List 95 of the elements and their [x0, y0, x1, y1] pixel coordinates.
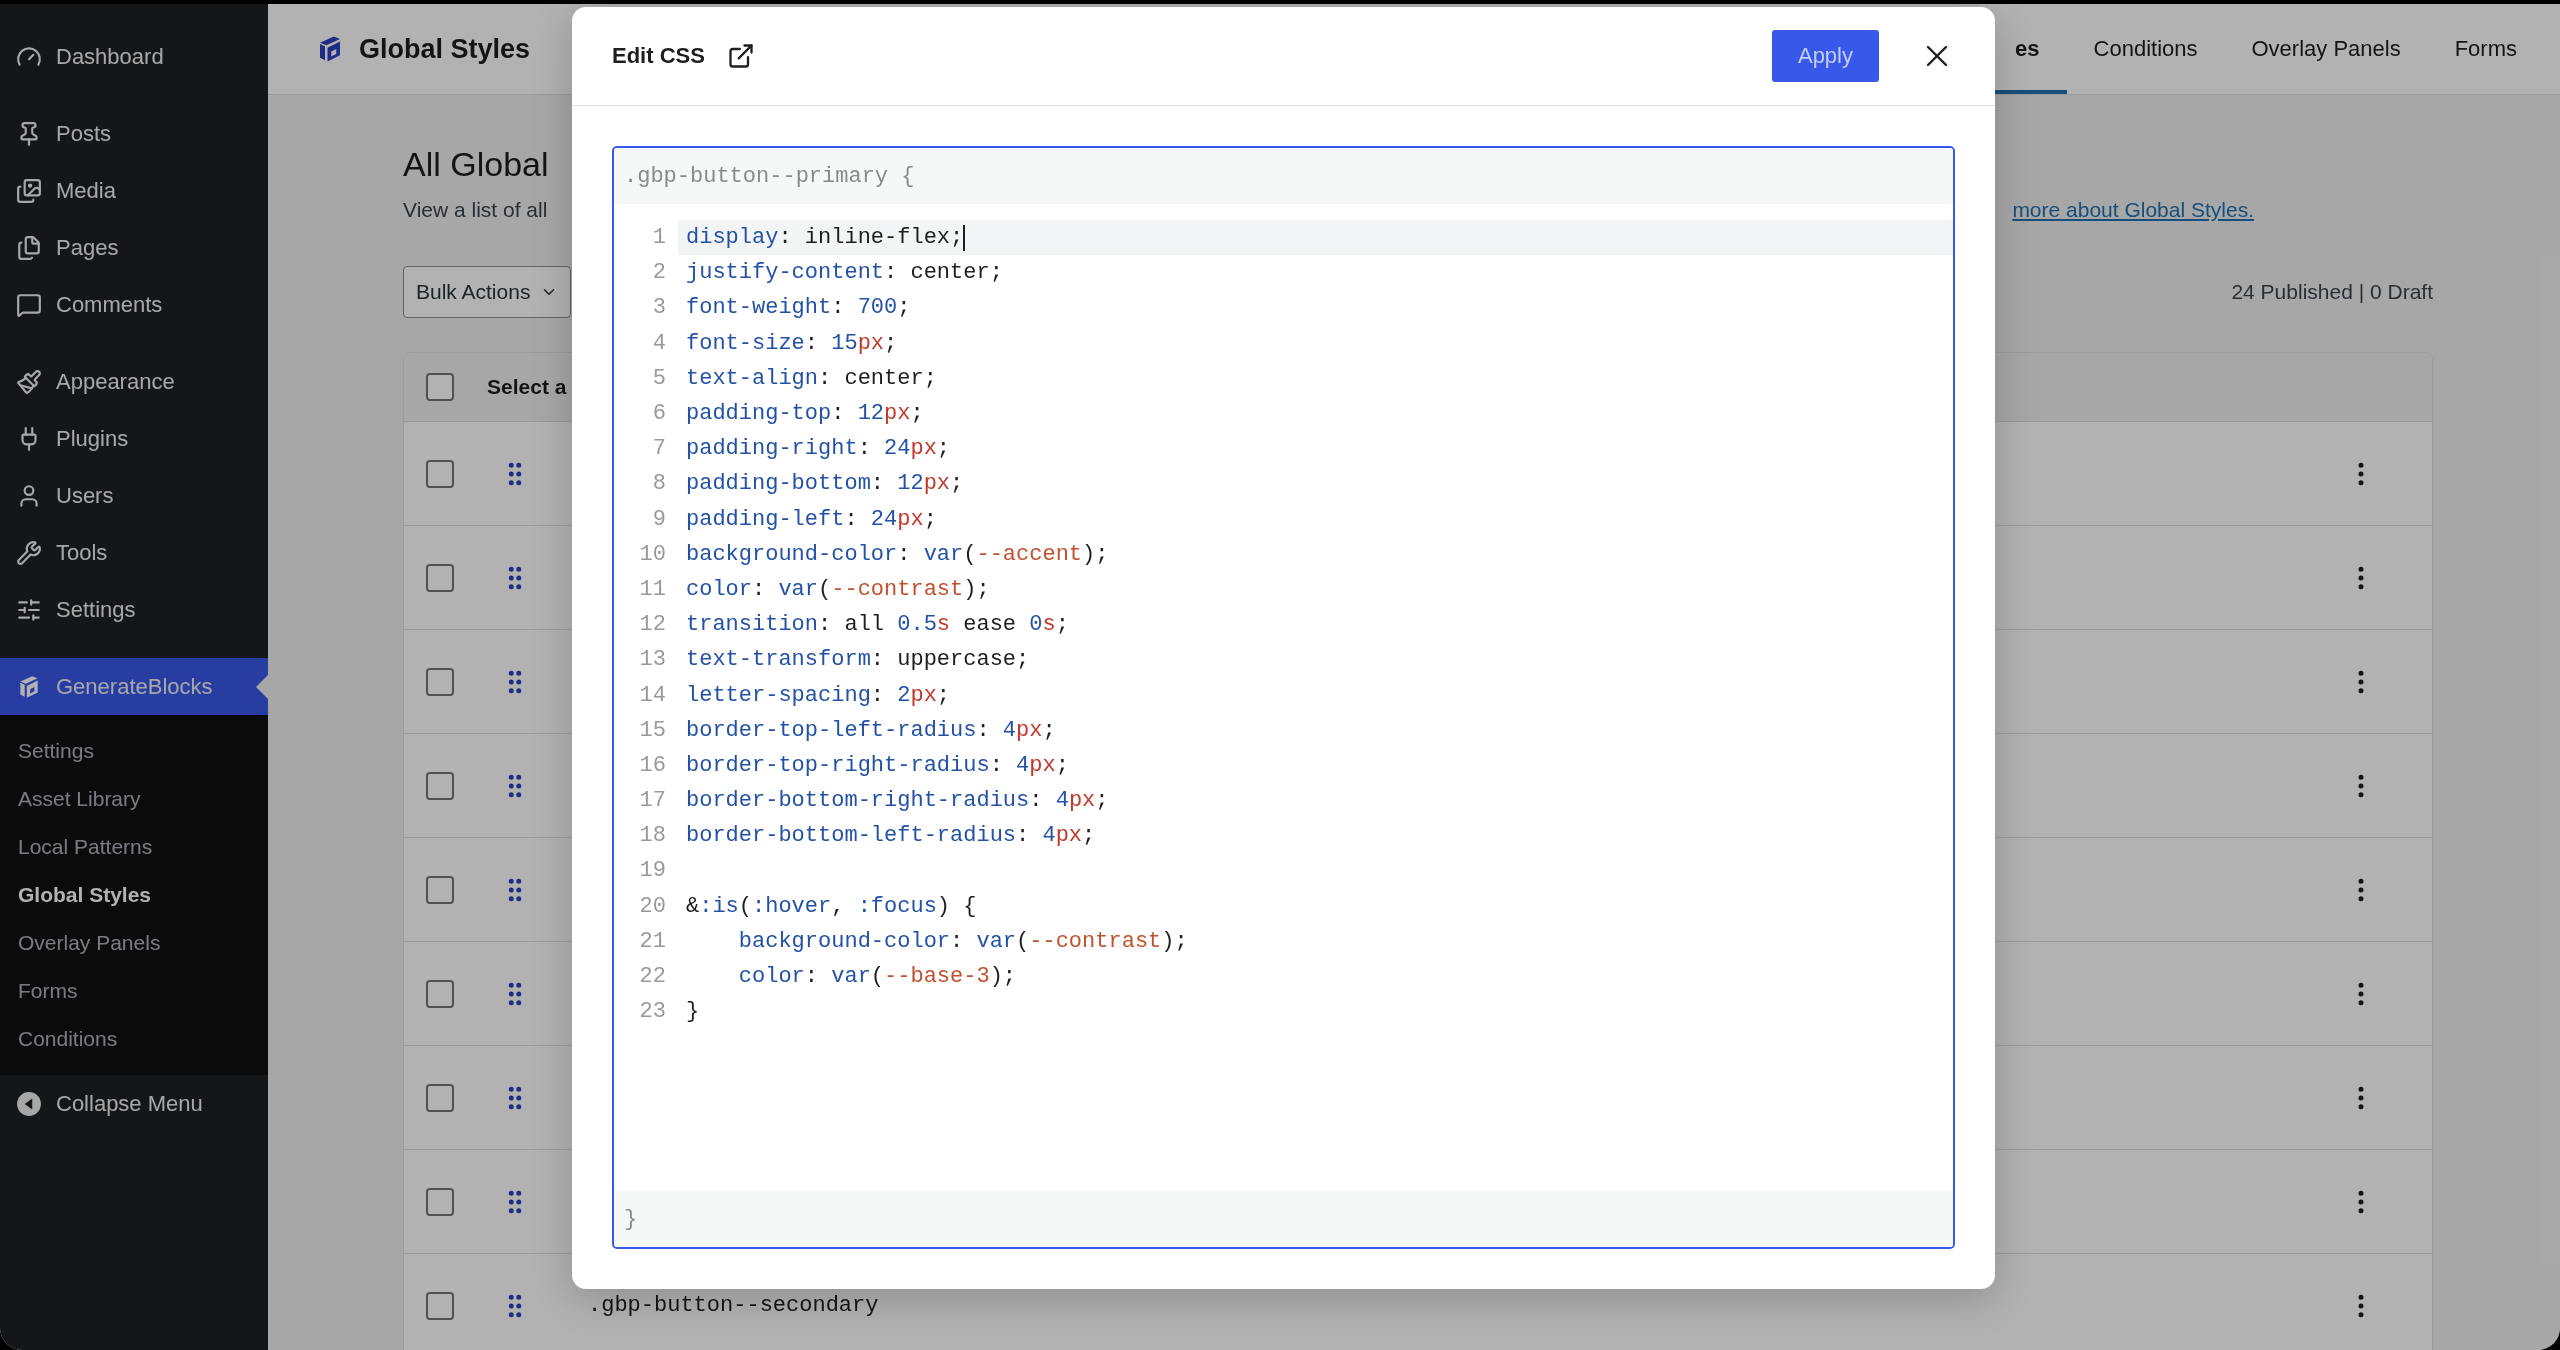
submenu-item[interactable]: Asset Library — [0, 775, 268, 823]
code-line: &:is(:hover, :focus) { — [685, 892, 978, 921]
code-line: transition: all 0.5s ease 0s; — [685, 611, 1070, 640]
column-header: Select a — [487, 375, 567, 399]
line-number: 8 — [651, 471, 666, 497]
sidebar-item[interactable]: Settings — [0, 581, 268, 638]
row-checkbox[interactable] — [426, 667, 454, 696]
line-number: 3 — [651, 295, 666, 321]
code-line: font-weight: 700; — [685, 294, 912, 323]
external-link-icon[interactable] — [726, 42, 755, 70]
pages-icon — [16, 234, 42, 261]
code-line: padding-right: 24px; — [685, 435, 952, 464]
line-number: 11 — [638, 576, 666, 602]
submenu-item[interactable]: Forms — [0, 967, 268, 1015]
row-checkbox[interactable] — [426, 563, 454, 592]
page-title: All Global — [403, 145, 549, 184]
code-line: text-align: center; — [685, 364, 938, 393]
nav-tab[interactable]: Overlay Panels — [2224, 4, 2428, 94]
sidebar-item[interactable]: Pages — [0, 219, 268, 276]
submenu-item[interactable]: Settings — [0, 727, 268, 775]
brush-icon — [16, 368, 42, 395]
sidebar-item[interactable]: Tools — [0, 524, 268, 581]
row-checkbox[interactable] — [426, 1083, 454, 1112]
code-line: font-size: 15px; — [685, 329, 899, 358]
row-checkbox[interactable] — [426, 875, 454, 904]
bulk-actions-select[interactable]: Bulk Actions — [403, 266, 572, 318]
sidebar-item[interactable]: GenerateBlocks — [0, 658, 268, 715]
code-line: text-transform: uppercase; — [685, 646, 1031, 675]
collapse-icon — [16, 1090, 42, 1117]
code-line: border-bottom-left-radius: 4px; — [685, 822, 1097, 851]
select-all-checkbox[interactable] — [426, 373, 454, 401]
line-number: 7 — [651, 436, 666, 462]
line-number: 18 — [638, 823, 666, 849]
page-heading: Global Styles — [359, 33, 531, 65]
code-line: padding-bottom: 12px; — [685, 470, 965, 499]
line-number: 23 — [638, 999, 666, 1025]
page-description: View a list of all — [403, 198, 548, 222]
comment-icon — [16, 291, 42, 318]
line-number: 16 — [638, 752, 666, 778]
code-line: border-top-left-radius: 4px; — [685, 716, 1057, 745]
code-line: padding-top: 12px; — [685, 400, 925, 429]
code-line: letter-spacing: 2px; — [685, 681, 952, 710]
css-editor[interactable] — [612, 146, 1955, 1249]
learn-more-link[interactable]: more about Global Styles. — [2012, 198, 2254, 222]
row-checkbox[interactable] — [426, 1291, 454, 1320]
line-number: 22 — [638, 964, 666, 990]
nav-tab[interactable]: Conditions — [2066, 4, 2225, 94]
code-line: justify-content: center; — [685, 259, 1004, 288]
status-counts: 24 Published | 0 Draft — [2231, 280, 2433, 304]
sidebar-item[interactable]: Media — [0, 162, 268, 219]
code-line: border-top-right-radius: 4px; — [685, 751, 1070, 780]
settings-icon — [16, 596, 42, 623]
line-number: 12 — [638, 612, 666, 638]
code-line: color: var(--base-3); — [737, 963, 1018, 992]
submenu-item[interactable]: Overlay Panels — [0, 919, 268, 967]
line-number: 9 — [651, 506, 666, 532]
dialog-title: Edit CSS — [612, 43, 705, 69]
line-number: 20 — [638, 893, 666, 919]
line-number: 1 — [651, 225, 666, 251]
code-line: border-bottom-right-radius: 4px; — [685, 787, 1110, 816]
sidebar-item[interactable]: Comments — [0, 276, 268, 333]
media-icon — [16, 177, 42, 204]
submenu-item[interactable]: Global Styles — [0, 871, 268, 919]
style-name: .gbp-button--secondary — [588, 1293, 879, 1318]
line-number: 13 — [638, 647, 666, 673]
code-line: padding-left: 24px; — [685, 505, 938, 534]
row-checkbox[interactable] — [426, 459, 454, 488]
row-checkbox[interactable] — [426, 1187, 454, 1216]
submenu-item[interactable]: Local Patterns — [0, 823, 268, 871]
line-number: 5 — [651, 365, 666, 391]
sidebar-item[interactable]: Dashboard — [0, 28, 268, 85]
submenu-item[interactable]: Conditions — [0, 1015, 268, 1063]
sidebar-item[interactable]: Posts — [0, 105, 268, 162]
code-line: background-color: var(--contrast); — [737, 927, 1189, 956]
line-number: 10 — [638, 541, 666, 567]
sidebar-item[interactable]: Collapse Menu — [0, 1075, 268, 1132]
sidebar-item[interactable]: Plugins — [0, 410, 268, 467]
line-number: 15 — [638, 717, 666, 743]
line-number: 6 — [651, 401, 666, 427]
code-line: } — [685, 998, 701, 1027]
line-number: 21 — [638, 928, 666, 954]
line-number: 2 — [651, 260, 666, 286]
sidebar-item[interactable]: Users — [0, 467, 268, 524]
line-number: 19 — [638, 858, 666, 884]
wrench-icon — [16, 539, 42, 566]
code-line: background-color: var(--accent); — [685, 540, 1110, 569]
code-line: color: var(--contrast); — [685, 575, 991, 604]
line-number: 4 — [651, 330, 666, 356]
nav-tab[interactable]: Forms — [2427, 4, 2517, 94]
row-checkbox[interactable] — [426, 979, 454, 1008]
line-number: 14 — [638, 682, 666, 708]
sidebar-item[interactable]: Appearance — [0, 353, 268, 410]
row-checkbox[interactable] — [426, 771, 454, 800]
line-number: 17 — [638, 788, 666, 814]
apply-button[interactable]: Apply — [1771, 30, 1879, 82]
